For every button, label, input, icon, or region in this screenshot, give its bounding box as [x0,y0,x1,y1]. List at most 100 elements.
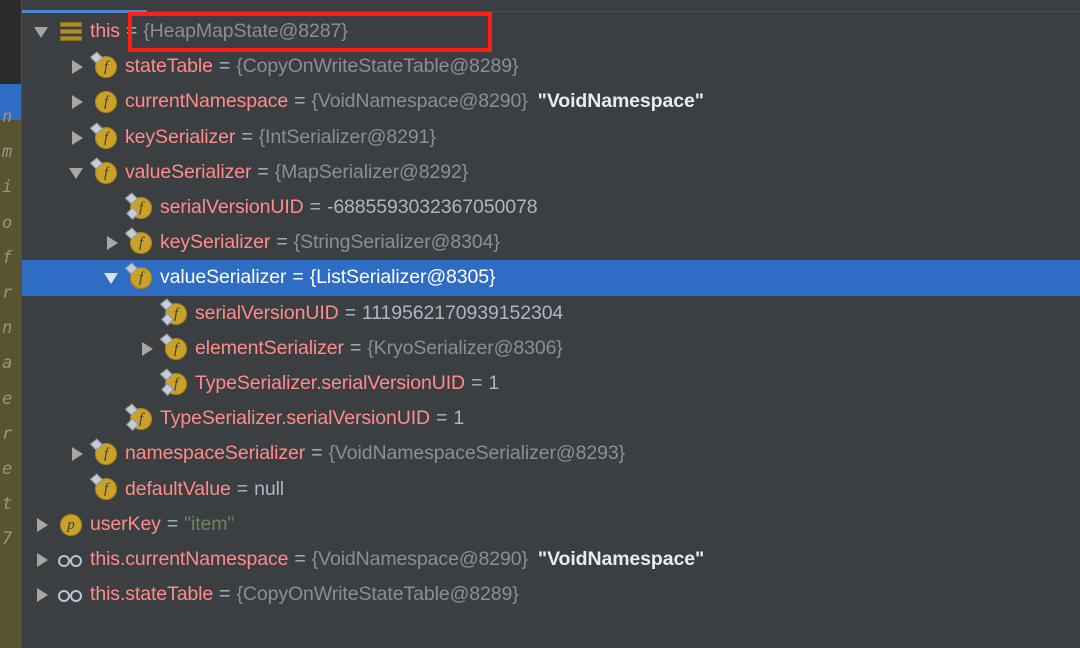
variable-name: serialVersionUID [160,196,304,219]
variable-row[interactable]: this = {HeapMapState@8287} [22,14,1080,49]
variable-value-number: 1 [453,407,465,430]
variable-row[interactable]: this.stateTable = {CopyOnWriteStateTable@8… [22,577,1080,612]
field-final-icon: f [89,155,121,190]
tree-toggle-expanded[interactable] [30,14,56,49]
equals-sign: = [292,266,304,289]
variable-value-reference: {IntSerializer@8291} [258,125,436,148]
field-final-icon: f [159,331,191,366]
equals-sign: = [219,583,231,606]
active-tab-underline [22,10,147,13]
variable-value-number: -6885593032367050078 [326,196,538,219]
variable-name: TypeSerializer.serialVersionUID [195,371,466,394]
variable-value-reference: {VoidNamespaceSerializer@8293} [328,442,626,465]
tree-toggle-collapsed[interactable] [65,436,91,471]
equals-sign: = [436,407,448,430]
variable-row[interactable]: f namespaceSerializer = {VoidNamespaceSeria… [22,436,1080,471]
field-final-icon: f [89,436,121,471]
variable-value-string: "VoidNamespace" [537,90,704,113]
variable-row[interactable]: f valueSerializer = {MapSerializer@8292} [22,155,1080,190]
equals-sign: = [276,231,288,254]
variable-name: elementSerializer [195,336,344,359]
field-static-final-icon: f [159,366,191,401]
variable-value-reference: {ListSerializer@8305} [309,266,496,289]
variable-row[interactable]: f currentNamespace = {VoidNamespace@8290} "V… [22,84,1080,119]
field-final-icon: f [89,120,121,155]
tree-toggle-collapsed[interactable] [30,577,56,612]
variable-name: userKey [90,512,161,535]
variable-value-reference: {CopyOnWriteStateTable@8289} [236,583,519,606]
field-final-icon: f [124,260,156,295]
variables-tree-panel: this = {HeapMapState@8287} f stateTable = {Cop… [22,0,1080,648]
equals-sign: = [241,125,253,148]
field-static-final-icon: f [159,296,191,331]
field-final-icon: f [124,225,156,260]
variable-row[interactable]: f keySerializer = {StringSerializer@8304} [22,225,1080,260]
equals-sign: = [166,512,179,535]
variable-row[interactable]: f elementSerializer = {KryoSerializer@8306} [22,331,1080,366]
variable-row[interactable]: f keySerializer = {IntSerializer@8291} [22,120,1080,155]
watch-glasses-icon [56,577,86,612]
variable-value-reference: {VoidNamespace@8290} [311,547,528,570]
equals-sign: = [257,160,269,183]
variable-row[interactable]: f TypeSerializer.serialVersionUID = 1 [22,401,1080,436]
this-icon [56,14,86,49]
variable-row[interactable]: f stateTable = {CopyOnWriteStateTable@8289} [22,49,1080,84]
tree-toggle-collapsed[interactable] [65,84,91,119]
parameter-icon: p [56,507,86,542]
tree-toggle-collapsed[interactable] [65,120,91,155]
tree-toggle-collapsed[interactable] [65,49,91,84]
field-static-final-icon: f [124,190,156,225]
equals-sign: = [294,547,306,570]
watch-glasses-icon [56,542,86,577]
debugger-variables-screen: nmiofrnaeret7 this = {HeapMapState@8287} f s… [0,0,1080,648]
toggle-placeholder [100,190,126,225]
variable-row[interactable]: f serialVersionUID = 1119562170939152304 [22,296,1080,331]
variable-name: serialVersionUID [195,301,339,324]
variable-value-reference: {StringSerializer@8304} [293,231,500,254]
variable-value-number: 1 [488,371,500,394]
variable-name: stateTable [125,55,213,78]
variable-row[interactable]: this.currentNamespace = {VoidNamespace@829… [22,542,1080,577]
variable-row[interactable]: p userKey = "item" [22,507,1080,542]
equals-sign: = [125,20,138,43]
variable-name: valueSerializer [160,266,287,289]
toggle-placeholder [65,471,91,506]
variable-value-string: "VoidNamespace" [537,547,705,570]
field-icon: f [91,84,121,119]
tree-toggle-collapsed[interactable] [100,225,126,260]
variable-row[interactable]: f defaultValue = null [22,471,1080,506]
variable-value-reference: {MapSerializer@8292} [274,160,469,183]
toggle-placeholder [100,401,126,436]
variable-row[interactable]: f TypeSerializer.serialVersionUID = 1 [22,366,1080,401]
field-final-icon: f [89,49,121,84]
tree-toggle-expanded[interactable] [65,155,91,190]
tree-toggle-collapsed[interactable] [135,331,161,366]
equals-sign: = [344,301,356,324]
editor-sliver: nmiofrnaeret7 [0,0,22,648]
variable-row[interactable]: f valueSerializer = {ListSerializer@8305} [22,260,1080,296]
variable-value-reference: {CopyOnWriteStateTable@8289} [236,55,519,78]
toggle-placeholder [135,296,161,331]
variable-name: valueSerializer [125,160,252,183]
tree-toggle-collapsed[interactable] [30,542,56,577]
equals-sign: = [311,442,323,465]
variable-name: this.currentNamespace [90,547,289,570]
field-final-icon: f [89,471,121,506]
field-static-final-icon: f [124,401,156,436]
variable-name: currentNamespace [125,90,289,113]
equals-sign: = [349,336,362,359]
tree-toggle-expanded[interactable] [100,260,126,295]
variable-name: TypeSerializer.serialVersionUID [160,407,431,430]
toolbar-separator [22,11,1080,12]
toggle-placeholder [135,366,161,401]
tree-toggle-collapsed[interactable] [30,507,56,542]
equals-sign: = [471,371,483,394]
variable-rows: this = {HeapMapState@8287} f stateTable = {Cop… [22,14,1080,612]
equals-sign: = [218,55,231,78]
variable-name: this [90,20,120,43]
variable-row[interactable]: f serialVersionUID = -6885593032367050078 [22,190,1080,225]
equals-sign: = [309,196,321,219]
variable-value-number: 1119562170939152304 [361,301,564,324]
equals-sign: = [236,477,249,500]
variable-value-reference: {KryoSerializer@8306} [367,336,563,359]
